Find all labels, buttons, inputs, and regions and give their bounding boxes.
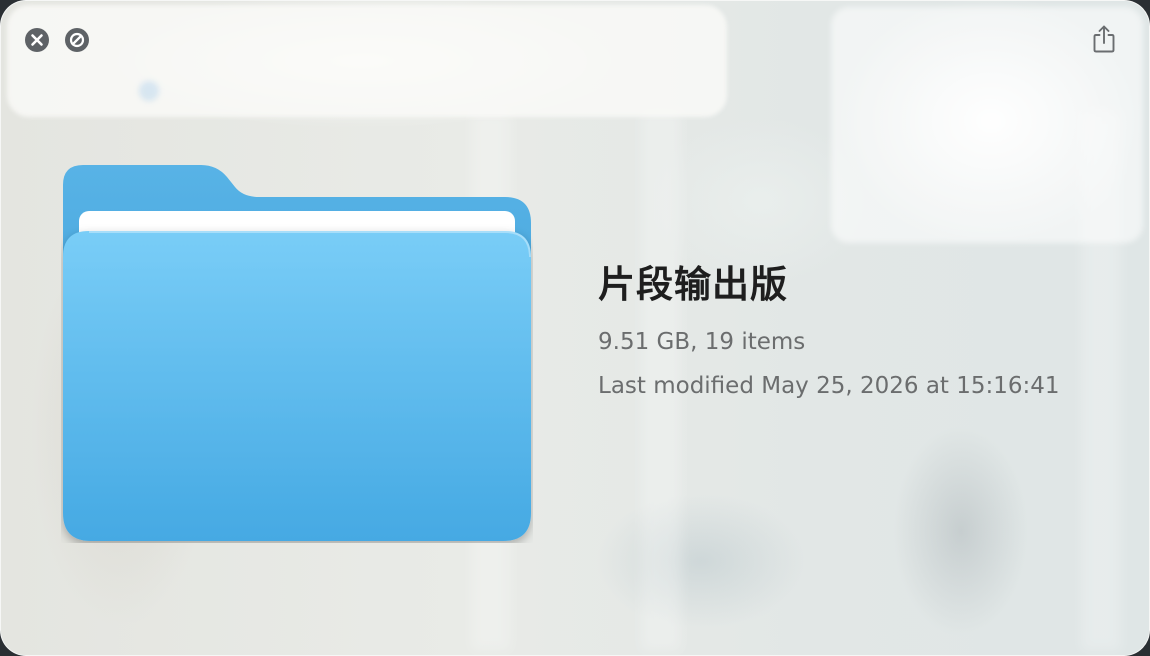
quick-look-window: 片段输出版 9.51 GB, 19 items Last modified Ma… <box>0 0 1150 656</box>
file-info-panel: 片段输出版 9.51 GB, 19 items Last modified Ma… <box>598 259 1118 413</box>
file-name: 片段输出版 <box>598 263 788 306</box>
fullscreen-button[interactable] <box>65 28 89 52</box>
file-size-and-count: 9.51 GB, 19 items <box>598 329 806 355</box>
slash-circle-icon <box>69 32 85 48</box>
share-button[interactable] <box>1089 23 1119 55</box>
close-button[interactable] <box>25 28 49 52</box>
share-icon <box>1093 25 1115 53</box>
folder-icon <box>61 163 533 543</box>
backdrop-glass-panel <box>7 5 727 117</box>
backdrop-ghost-dot <box>139 81 159 101</box>
close-icon <box>31 34 43 46</box>
file-last-modified: Last modified May 25, 2026 at 15:16:41 <box>598 373 1060 399</box>
